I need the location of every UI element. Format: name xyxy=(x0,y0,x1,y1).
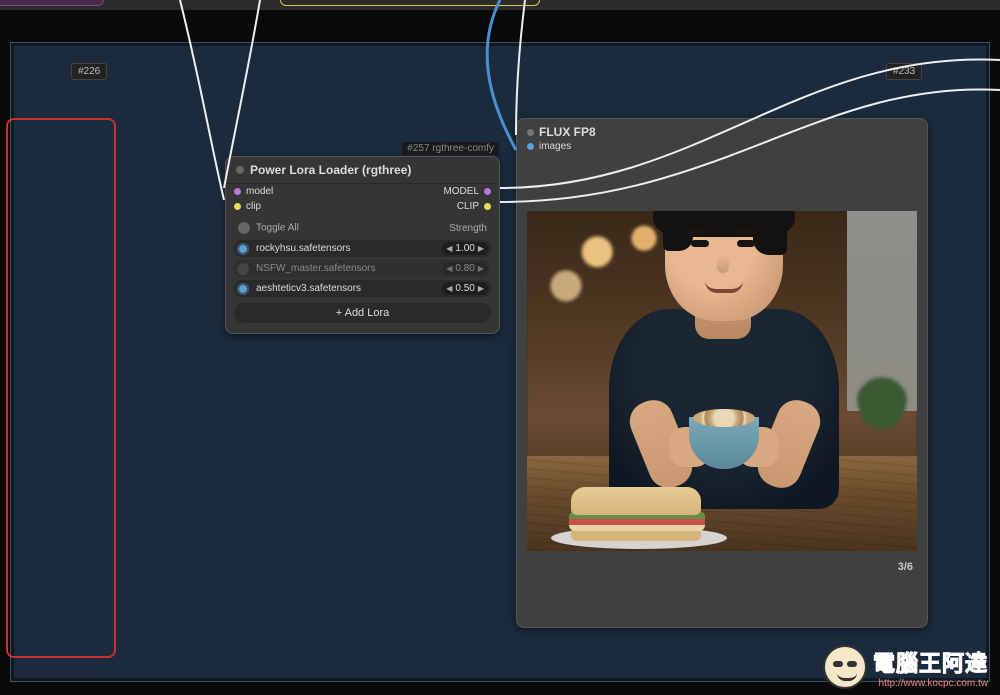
chevron-left-icon[interactable]: ◀ xyxy=(446,244,452,253)
add-lora-button[interactable]: + Add Lora xyxy=(234,303,491,323)
lora-toggle[interactable] xyxy=(237,243,249,255)
lora-item[interactable]: rockyhsu.safetensors ◀1.00 ▶ xyxy=(234,240,491,257)
node-id-badge-226: #226 xyxy=(71,63,107,80)
preview-node[interactable]: FLUX FP8 images x xyxy=(516,118,928,628)
input-port-images[interactable] xyxy=(527,143,534,150)
chevron-left-icon[interactable]: ◀ xyxy=(446,264,452,273)
node-id-badge-257: #257 rgthree-comfy xyxy=(402,142,499,155)
output-port-clip[interactable] xyxy=(484,203,491,210)
node-id-badge-233: #233 xyxy=(886,63,922,80)
node-226-outline[interactable] xyxy=(6,118,116,658)
lora-name: aeshteticv3.safetensors xyxy=(254,283,442,294)
toggle-all-dot[interactable] xyxy=(238,222,250,234)
watermark-text-cn: 電腦王阿達 xyxy=(873,646,988,678)
input-label-clip: clip xyxy=(246,201,261,212)
strength-control[interactable]: ◀1.00 ▶ xyxy=(442,242,488,255)
lora-name: rockyhsu.safetensors xyxy=(254,243,442,254)
collapse-dot-icon[interactable] xyxy=(527,129,534,136)
output-label-clip: CLIP xyxy=(457,201,479,212)
lora-toggle[interactable] xyxy=(237,283,249,295)
toggle-all-label: Toggle All xyxy=(256,223,299,234)
watermark-face-icon xyxy=(823,645,867,689)
input-label-images: images xyxy=(539,141,571,152)
collapse-dot-icon[interactable] xyxy=(236,166,244,174)
output-port-model[interactable] xyxy=(484,188,491,195)
preview-title: FLUX FP8 xyxy=(539,125,596,139)
strength-control[interactable]: ◀0.80 ▶ xyxy=(442,262,488,275)
offscreen-node-edge xyxy=(0,0,104,6)
strength-control[interactable]: ◀0.50 ▶ xyxy=(442,282,488,295)
offscreen-node-edge-yellow xyxy=(280,0,540,6)
strength-header: Strength xyxy=(449,223,487,234)
watermark-url: http://www.kocpc.com.tw xyxy=(873,678,988,689)
power-lora-loader-node[interactable]: #257 rgthree-comfy Power Lora Loader (rg… xyxy=(225,156,500,334)
graph-canvas[interactable]: #226 #233 #257 rgthree-comfy Power Lora … xyxy=(10,42,990,682)
chevron-left-icon[interactable]: ◀ xyxy=(446,284,452,293)
node-title-text: Power Lora Loader (rgthree) xyxy=(250,163,411,177)
output-label-model: MODEL xyxy=(443,186,479,197)
input-port-clip[interactable] xyxy=(234,203,241,210)
chevron-right-icon[interactable]: ▶ xyxy=(478,244,484,253)
strength-value: 0.80 xyxy=(455,263,474,274)
node-title[interactable]: Power Lora Loader (rgthree) xyxy=(226,157,499,184)
strength-value: 1.00 xyxy=(455,243,474,254)
watermark: 電腦王阿達 http://www.kocpc.com.tw xyxy=(823,645,988,689)
image-pager[interactable]: 3/6 xyxy=(517,557,927,581)
strength-value: 0.50 xyxy=(455,283,474,294)
image-preview-container xyxy=(527,211,917,551)
lora-name: NSFW_master.safetensors xyxy=(254,263,442,274)
lora-item[interactable]: NSFW_master.safetensors ◀0.80 ▶ xyxy=(234,260,491,277)
chevron-right-icon[interactable]: ▶ xyxy=(478,284,484,293)
chevron-right-icon[interactable]: ▶ xyxy=(478,264,484,273)
lora-toggle[interactable] xyxy=(237,263,249,275)
input-port-model[interactable] xyxy=(234,188,241,195)
lora-item[interactable]: aeshteticv3.safetensors ◀0.50 ▶ xyxy=(234,280,491,297)
generated-image[interactable] xyxy=(527,211,917,551)
input-label-model: model xyxy=(246,186,273,197)
